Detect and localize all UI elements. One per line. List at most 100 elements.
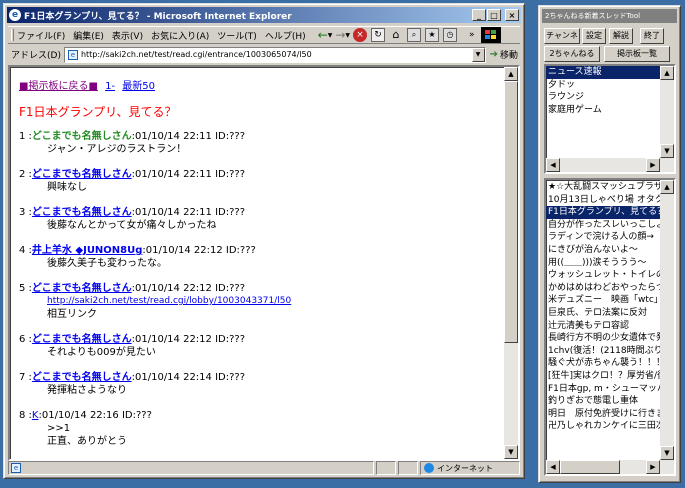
scroll-down-button[interactable]: ▼ [660,446,674,460]
search-icon[interactable]: ⌕ [407,28,421,42]
scroll-right-button[interactable]: ▶ [646,158,660,172]
scroll-up-button[interactable]: ▲ [504,67,518,81]
thread-item[interactable]: 辻元清美もテロ容認 [546,320,674,333]
post-body: 後藤なんとかって女が痛々しかったね [47,220,217,231]
go-button[interactable]: ➔ 移動 [490,48,518,61]
thread-item[interactable]: ラディンで浣ける人の顔→ [546,231,674,244]
post-author: どこまでも名無しさん [31,131,132,142]
nav-links: ■掲示板に戻る■ 1- 最新50 [19,77,155,92]
all-posts-link[interactable]: 1- [105,81,115,92]
board-item[interactable]: ニュース速報 [546,66,674,79]
address-label: アドレス(D) [11,51,61,61]
thread-list-scrollbar[interactable]: ▲ ▼ [660,180,674,460]
menu-help[interactable]: ヘルプ(H) [265,29,306,42]
settings-button[interactable]: 設定 [582,28,606,44]
scroll-left-button[interactable]: ◀ [546,460,560,474]
thread-item[interactable]: 騒ぐ犬が赤ちゃん襲う！！！ [546,357,674,370]
thread-item[interactable]: 米デュズニー 映画「wtc」制作 [546,294,674,307]
thread-item[interactable]: 10月13日しゃべり場 オタクじゃ [546,194,674,207]
address-field[interactable]: e http://saki2ch.net/test/read.cgi/entra… [63,46,486,63]
scroll-up-button[interactable]: ▲ [660,180,674,194]
post-author[interactable]: どこまでも名無しさん [32,207,132,218]
post-body: 相互リンク [47,309,97,320]
thread-item[interactable]: [狂牛]実はクロ！？厚労省/後 [546,370,674,383]
content-area: ■掲示板に戻る■ 1- 最新50 F1日本グランプリ、見てる？ 1 :どこまでも… [8,65,520,461]
post-link[interactable]: http://saki2ch.net/test/read.cgi/lobby/1… [47,295,291,308]
board-list: ニュース速報 夕ドッ ラウンジ 家庭用ゲーム ▲ ▼ ◀ ▶ [544,64,676,174]
thread-item[interactable]: 卍乃しゃれカンケイに三田次男氏 [546,420,674,433]
scroll-thumb[interactable] [504,81,518,343]
thread-item[interactable]: 自分が作ったスレいっこしよう [546,219,674,232]
thread-title: F1日本グランプリ、見てる？ [19,105,177,119]
minimize-button[interactable]: _ [472,9,486,21]
thread-item[interactable]: にきびが治んないよ〜 [546,244,674,257]
latest-50-link[interactable]: 最新50 [122,81,155,92]
board-item[interactable]: ラウンジ [546,91,674,104]
favorites-icon[interactable]: ★ [425,28,439,42]
thread-item[interactable]: 用((＿＿)))涙そううう〜 [546,257,674,270]
board-list-hscroll[interactable]: ◀ ▶ [546,158,674,172]
scroll-down-button[interactable]: ▼ [504,445,518,459]
thread-item[interactable]: かめはめはわどおやったらつかえる [546,282,674,295]
thread-item[interactable]: F1日本グランプリ、見てる？ [546,206,674,219]
post-body: >>1 [47,423,71,434]
thread-item[interactable]: ★☆大乱闘スマッシュブラザー [546,181,674,194]
go-arrow-icon: ➔ [489,49,498,60]
menu-tools[interactable]: ツール(T) [217,29,257,42]
2channel-button[interactable]: 2ちゃんねる [544,46,600,62]
tool-title: 2ちゃんねる新着スレッドTool [545,12,641,20]
thread-item[interactable]: 長崎行方不明の少女遺体で発見 [546,332,674,345]
thread-item[interactable]: ウォッシュレット・トイレの使い方 [546,269,674,282]
back-icon[interactable]: ← [318,28,328,42]
back-to-board-link[interactable]: ■掲示板に戻る■ [19,81,98,92]
thread-item[interactable]: 釣りぎおで態電し重体 [546,395,674,408]
ie-title: F1日本グランプリ、見てる？ - Microsoft Internet Expl… [24,11,292,22]
post-author[interactable]: どこまでも名無しさん [32,169,132,180]
post-body: それよりも009が見たい [47,347,156,358]
board-item[interactable]: 夕ドッ [546,79,674,92]
thread-list-hscroll[interactable]: ◀ ▶ [546,460,674,474]
refresh-icon[interactable]: ↻ [371,28,385,42]
post-body: 発揮粘さようなり [47,385,127,396]
back-dropdown-icon[interactable]: ▼ [328,32,333,39]
post-author[interactable]: 井上羊水 ◆JUNON8Ug [32,245,143,256]
board-list-scrollbar[interactable]: ▲ ▼ [660,66,674,158]
address-dropdown-icon[interactable]: ▼ [471,47,485,62]
channel-button[interactable]: チャンネル [544,28,580,54]
tool-titlebar[interactable]: 2ちゃんねる新着スレッドTool [542,9,677,23]
hscroll-thumb[interactable] [560,460,620,474]
menu-favorites[interactable]: お気に入り(A) [151,29,209,42]
exit-button[interactable]: 終了 [640,28,664,44]
post-6: 6 :どこまでも名無しさん:01/10/14 22:12 ID:??? それより… [19,334,246,358]
thread-item[interactable]: F1日本gp, m・シューマッハが優 [546,383,674,396]
menu-file[interactable]: ファイル(F) [17,29,65,42]
history-icon[interactable]: ◷ [443,28,457,42]
board-list-button[interactable]: 掲示板一覧 [604,46,670,62]
scroll-left-button[interactable]: ◀ [546,158,560,172]
board-item[interactable]: 家庭用ゲーム [546,104,674,117]
close-button[interactable]: × [505,9,519,21]
post-author[interactable]: どこまでも名無しさん [32,283,132,294]
stop-icon[interactable]: × [353,28,367,42]
forward-icon[interactable]: → [335,28,345,42]
post-author[interactable]: どこまでも名無しさん [32,334,132,345]
forward-dropdown-icon[interactable]: ▼ [345,32,350,39]
post-author[interactable]: どこまでも名無しさん [32,372,132,383]
menu-edit[interactable]: 編集(E) [73,29,104,42]
scroll-down-button[interactable]: ▼ [660,144,674,158]
chevron-more-icon[interactable]: » [469,30,475,40]
scroll-right-button[interactable]: ▶ [646,460,660,474]
home-icon[interactable]: ⌂ [389,28,403,42]
status-pane [398,461,418,475]
maximize-button[interactable]: □ [487,9,501,21]
explain-button[interactable]: 解説 [609,28,633,44]
post-body: ジャン・アレジのラストラン！ [47,144,187,155]
menu-view[interactable]: 表示(V) [112,29,143,42]
thread-item[interactable]: 明日 原付免許受けに行きます [546,408,674,421]
ie-logo-icon: e [9,9,21,21]
scroll-up-button[interactable]: ▲ [660,66,674,80]
ie-titlebar[interactable]: e F1日本グランプリ、見てる？ - Microsoft Internet Ex… [7,7,521,23]
content-scrollbar[interactable]: ▲ ▼ [504,67,518,459]
thread-item[interactable]: 巨泉氏、テロ法案に反対 [546,307,674,320]
thread-item[interactable]: 1chv(復活！(2118時間ぶり) [546,345,674,358]
